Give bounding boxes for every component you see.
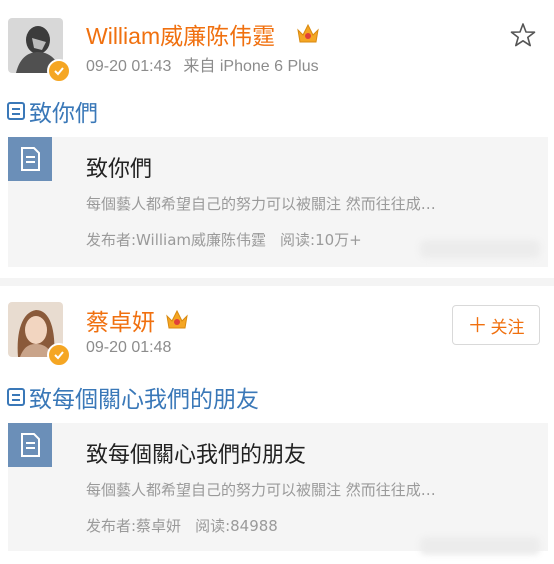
document-icon	[8, 137, 52, 181]
article-title: 致每個關心我們的朋友	[86, 443, 307, 468]
follow-label: 关注	[490, 317, 525, 338]
article-excerpt: 每個藝人都希望自己的努力可以被關注 然而往往成…	[86, 481, 436, 499]
post-text[interactable]: 致每個關心我們的朋友	[7, 380, 259, 414]
post-time: 09-20 01:43	[86, 58, 172, 75]
article-publisher: 发布者:William威廉陈伟霆	[86, 231, 267, 249]
follow-button[interactable]: ＋ 关注	[452, 305, 540, 345]
crown-icon	[296, 22, 320, 44]
crown-icon	[165, 308, 189, 330]
article-footer: 发布者:蔡卓妍 阅读:84988	[86, 515, 278, 536]
verified-badge-icon	[47, 59, 71, 83]
post-time: 09-20 01:48	[86, 339, 172, 356]
document-icon	[7, 388, 25, 406]
document-icon	[8, 423, 52, 467]
verified-badge-icon	[47, 343, 71, 367]
article-publisher: 发布者:蔡卓妍	[86, 517, 182, 535]
article-card[interactable]: 致每個關心我們的朋友 每個藝人都希望自己的努力可以被關注 然而往往成… 发布者:…	[8, 423, 548, 551]
article-reads: 阅读:84988	[195, 517, 278, 535]
article-title: 致你們	[86, 157, 153, 182]
blurred-area	[420, 537, 540, 555]
post-meta: 09-20 01:43 来自 iPhone 6 Plus	[86, 52, 319, 76]
author-name[interactable]: 蔡卓妍	[86, 303, 155, 337]
document-icon	[7, 102, 25, 120]
article-excerpt: 每個藝人都希望自己的努力可以被關注 然而往往成…	[86, 195, 436, 213]
post-text[interactable]: 致你們	[7, 94, 98, 128]
post-text-label: 致每個關心我們的朋友	[29, 387, 259, 413]
post-meta: 09-20 01:48	[86, 339, 171, 357]
weibo-post-1: William威廉陈伟霆 09-20 01:43 来自 iPhone 6 Plus…	[0, 0, 554, 285]
blurred-area	[420, 240, 540, 258]
article-footer: 发布者:William威廉陈伟霆 阅读:10万+	[86, 229, 362, 250]
author-name[interactable]: William威廉陈伟霆	[86, 17, 275, 51]
weibo-post-2: 蔡卓妍 09-20 01:48 ＋ 关注 致每個關心我們的朋友 致每個關心我們的…	[0, 285, 554, 564]
plus-icon: ＋	[467, 313, 488, 337]
post-text-label: 致你們	[29, 101, 98, 127]
star-icon[interactable]	[510, 22, 536, 48]
post-source[interactable]: 来自 iPhone 6 Plus	[183, 58, 318, 75]
article-reads: 阅读:10万+	[280, 231, 362, 249]
